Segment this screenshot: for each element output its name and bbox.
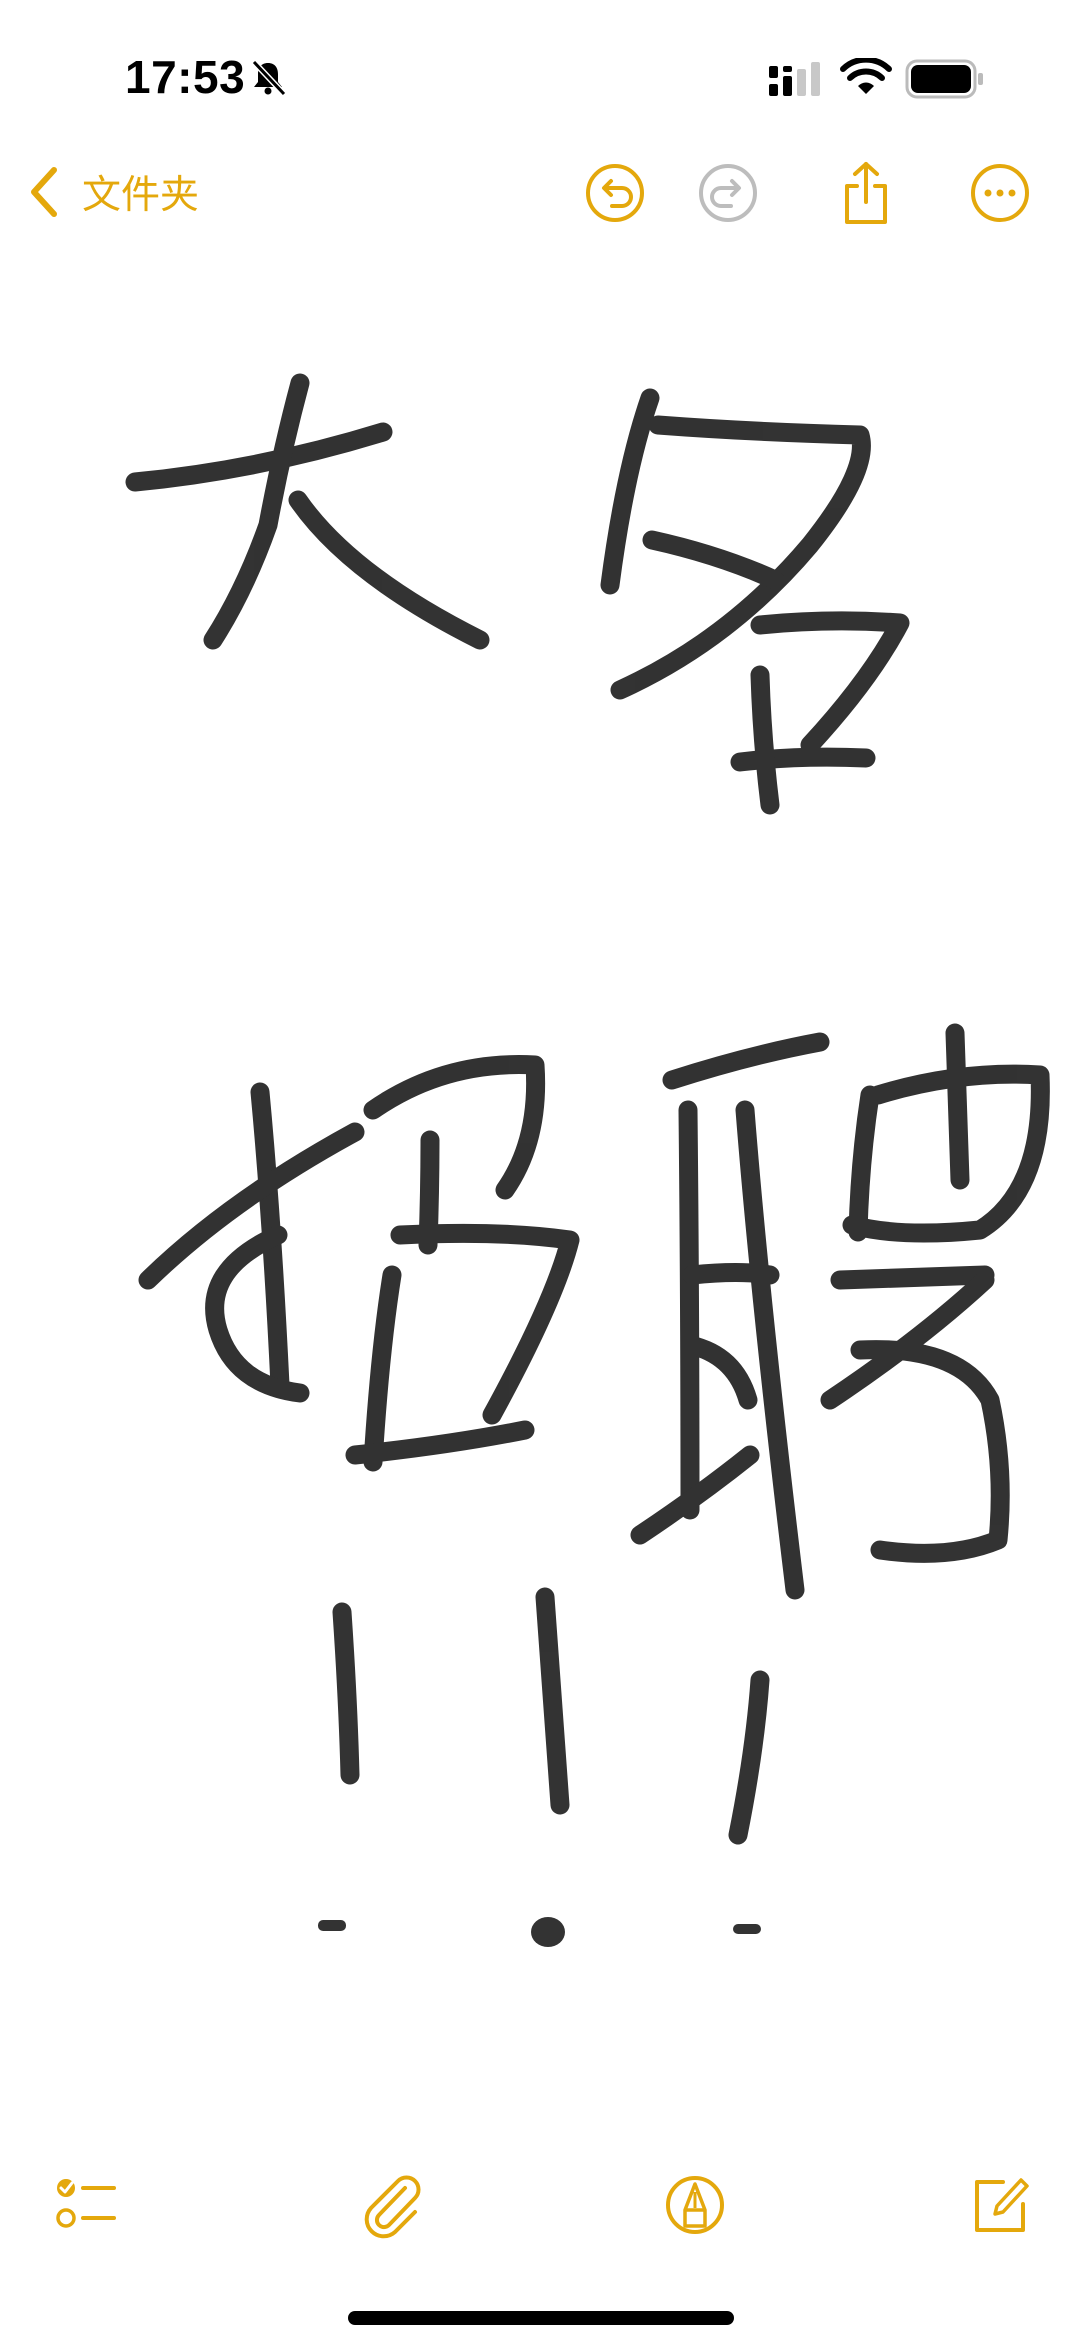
redo-icon	[699, 164, 757, 222]
more-icon	[971, 164, 1029, 222]
battery-icon	[905, 59, 983, 99]
checklist-icon	[56, 2179, 116, 2228]
share-button[interactable]	[833, 160, 899, 226]
nav-bar: 文件夹	[0, 150, 1080, 240]
more-button[interactable]	[967, 160, 1033, 226]
redo-button[interactable]	[695, 160, 761, 226]
bell-slash-icon	[251, 59, 287, 97]
compose-button[interactable]	[965, 2170, 1035, 2240]
undo-icon	[586, 164, 644, 222]
drawing-canvas[interactable]	[0, 260, 1080, 2120]
attachment-button[interactable]	[357, 2170, 427, 2240]
chevron-left-icon	[31, 167, 57, 217]
share-icon	[845, 162, 887, 224]
cellular-signal-icon	[769, 62, 820, 96]
undo-button[interactable]	[582, 160, 648, 226]
wifi-icon	[840, 58, 892, 94]
checklist-button[interactable]	[50, 2170, 120, 2240]
handwriting-drawing	[125, 373, 1050, 1947]
paperclip-icon	[364, 2175, 421, 2239]
bottom-toolbar	[0, 2170, 1080, 2260]
home-indicator[interactable]	[348, 2311, 734, 2325]
compose-icon	[975, 2178, 1029, 2232]
status-time: 17:53	[125, 51, 246, 103]
status-bar: 17:53	[0, 0, 1080, 150]
back-label: 文件夹	[82, 174, 200, 217]
back-button[interactable]: 文件夹	[28, 162, 199, 222]
markup-button[interactable]	[660, 2170, 730, 2240]
markup-pen-icon	[666, 2176, 724, 2234]
